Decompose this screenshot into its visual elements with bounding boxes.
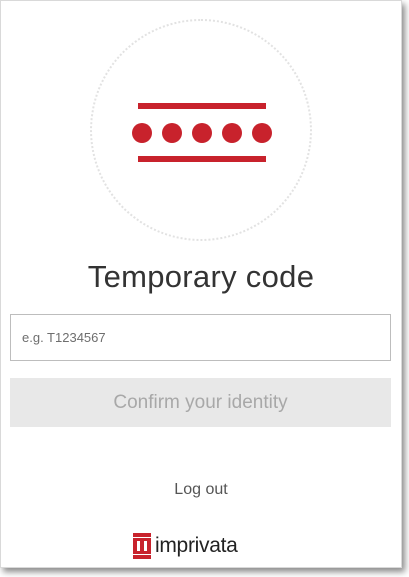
temporary-code-icon — [90, 19, 312, 241]
page-title: Temporary code — [87, 259, 315, 294]
imprivata-logo-icon — [133, 533, 151, 559]
temporary-code-dialog: Temporary code Confirm your identity Log… — [0, 0, 402, 568]
logout-link[interactable]: Log out — [1, 481, 401, 499]
temporary-code-input[interactable] — [10, 314, 391, 361]
confirm-identity-button[interactable]: Confirm your identity — [10, 378, 391, 427]
brand-name: imprivata — [155, 534, 238, 557]
brand-logo: imprivata — [133, 531, 238, 561]
